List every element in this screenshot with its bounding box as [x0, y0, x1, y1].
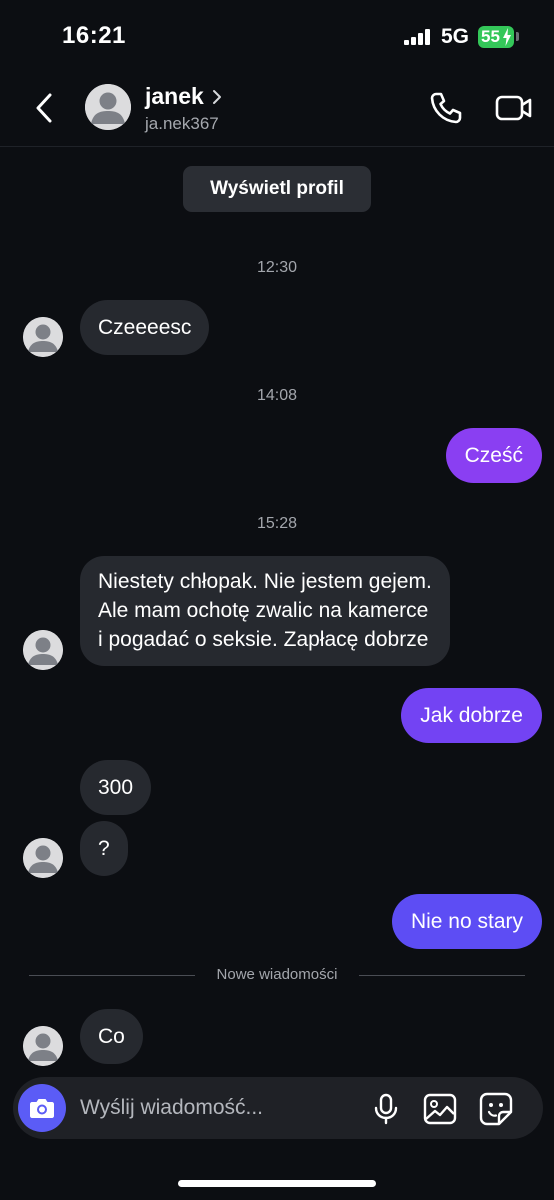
microphone-icon [374, 1093, 398, 1125]
chat-header: janek ja.nek367 [0, 70, 554, 147]
sender-avatar[interactable] [23, 1026, 63, 1066]
contact-username: ja.nek367 [145, 114, 219, 133]
video-icon [495, 95, 532, 121]
avatar-placeholder-icon [23, 838, 63, 878]
avatar-placeholder-icon [23, 630, 63, 670]
message-bubble-incoming[interactable]: ? [80, 821, 128, 876]
video-call-button[interactable] [495, 92, 533, 124]
charging-bolt-icon [503, 28, 511, 46]
message-line: i pogadać o seksie. Zapłacę dobrze [98, 628, 429, 651]
message-bubble-outgoing[interactable]: Cześć [445, 428, 542, 483]
home-indicator [178, 1180, 376, 1187]
battery-icon: 55 [478, 26, 514, 48]
message-bubble-incoming[interactable]: 300 [80, 760, 152, 815]
sticker-icon [479, 1092, 513, 1126]
sender-avatar[interactable] [23, 317, 63, 357]
contact-name-link[interactable]: janek [145, 83, 224, 110]
back-button[interactable] [28, 90, 62, 126]
message-bubble-incoming[interactable]: Niestety chłopak. Nie jestem gejem. Ale … [80, 556, 450, 666]
contact-avatar[interactable] [85, 84, 131, 130]
message-timestamp: 12:30 [256, 259, 298, 276]
sender-avatar[interactable] [23, 838, 63, 878]
camera-button[interactable] [18, 1084, 66, 1132]
avatar-placeholder-icon [23, 317, 63, 357]
chevron-right-icon [212, 89, 221, 104]
contact-name: janek [145, 83, 204, 109]
phone-icon [430, 92, 462, 124]
battery-level: 55 [481, 27, 500, 46]
message-composer [13, 1077, 543, 1139]
battery-cap [516, 32, 519, 41]
microphone-button[interactable] [371, 1093, 401, 1125]
gallery-icon [423, 1093, 457, 1125]
chevron-left-icon [36, 93, 52, 123]
signal-icon [404, 29, 432, 45]
message-bubble-incoming[interactable]: Co [80, 1009, 143, 1064]
new-messages-divider-right [359, 975, 525, 976]
network-type: 5G [441, 25, 470, 48]
message-timestamp: 14:08 [256, 387, 298, 404]
audio-call-button[interactable] [428, 90, 464, 126]
sticker-button[interactable] [479, 1092, 513, 1126]
status-bar: 16:21 5G 55 [0, 0, 554, 70]
status-time: 16:21 [62, 22, 126, 49]
view-profile-button[interactable]: Wyświetl profil [183, 166, 371, 212]
message-line: Niestety chłopak. Nie jestem gejem. [98, 570, 432, 593]
camera-icon [30, 1099, 54, 1118]
gallery-button[interactable] [423, 1093, 457, 1125]
avatar-placeholder-icon [85, 84, 131, 130]
message-bubble-outgoing[interactable]: Jak dobrze [401, 688, 542, 743]
message-bubble-outgoing[interactable]: Nie no stary [391, 894, 542, 949]
message-line: Ale mam ochotę zwalic na kamerce [98, 599, 429, 622]
avatar-placeholder-icon [23, 1026, 63, 1066]
message-input[interactable] [80, 1090, 300, 1126]
message-timestamp: 15:28 [256, 515, 298, 532]
message-bubble-incoming[interactable]: Czeeeesc [80, 300, 210, 355]
sender-avatar[interactable] [23, 630, 63, 670]
